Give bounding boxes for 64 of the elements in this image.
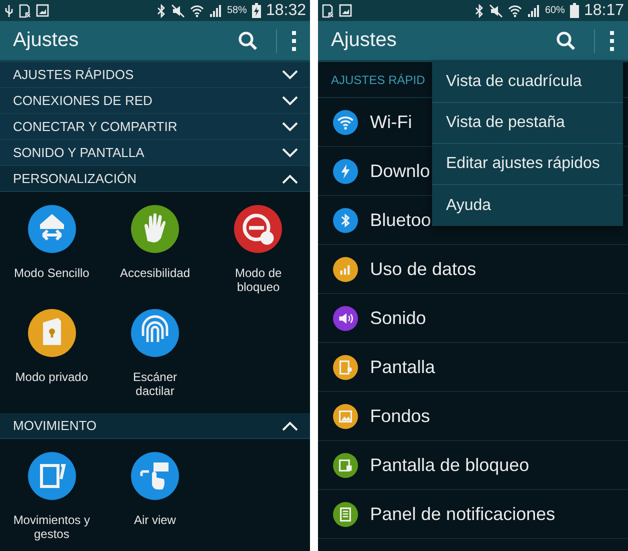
menu-icon[interactable] — [291, 30, 297, 52]
setting-item[interactable]: Wi-Fi — [370, 112, 412, 132]
setting-label[interactable]: Modo de bloqueo — [215, 266, 302, 294]
mute-icon — [488, 4, 503, 18]
menu-item[interactable]: Ayuda — [432, 185, 623, 226]
battery-percent: 60% — [544, 5, 565, 16]
section-header[interactable]: MOVIMIENTO — [0, 413, 310, 439]
house-icon[interactable] — [28, 205, 76, 253]
section-header[interactable]: SONIDO Y PANTALLA — [0, 140, 310, 166]
clock-time: 18:32 — [266, 2, 306, 20]
picture-icon — [36, 4, 49, 17]
frame-icon[interactable] — [28, 452, 76, 500]
wifi-icon — [508, 4, 522, 18]
document-icon — [322, 4, 334, 18]
setting-label[interactable]: Movimientos y gestos — [8, 513, 95, 541]
setting-item[interactable]: Pantalla de bloqueo — [370, 454, 530, 476]
setting-item[interactable]: Sonido — [370, 308, 426, 328]
section-title: MOVIMIENTO — [13, 418, 98, 433]
picture-icon — [339, 4, 352, 17]
signal-icon — [208, 4, 222, 18]
section-title: SONIDO Y PANTALLA — [13, 145, 146, 160]
wifi-icon — [190, 4, 204, 18]
lock-folder-icon[interactable] — [28, 309, 76, 357]
setting-item[interactable]: Fondos — [370, 406, 430, 426]
menu-item[interactable]: Vista de cuadrícula — [432, 62, 623, 103]
setting-item[interactable]: Downlo — [370, 160, 430, 182]
menu-icon[interactable] — [609, 30, 615, 52]
section-header[interactable]: AJUSTES RÁPIDOS — [0, 62, 310, 88]
usb-icon — [4, 4, 14, 18]
section-title: AJUSTES RÁPID — [331, 72, 426, 86]
setting-label[interactable]: Modo Sencillo — [8, 266, 95, 280]
setting-item[interactable]: Pantalla — [370, 356, 436, 378]
signal-icon — [526, 4, 540, 18]
menu-item[interactable]: Editar ajustes rápidos — [432, 144, 623, 185]
bluetooth-icon — [474, 4, 484, 18]
setting-label[interactable]: Air view — [112, 513, 198, 527]
battery-percent: 58% — [226, 5, 247, 16]
fingerprint-icon[interactable] — [130, 309, 179, 357]
section-title: CONECTAR Y COMPARTIR — [13, 119, 178, 134]
search-icon[interactable] — [556, 30, 576, 50]
bluetooth-icon — [156, 4, 166, 18]
section-title: CONEXIONES DE RED — [13, 93, 154, 108]
section-header[interactable]: PERSONALIZACIÓN — [0, 166, 310, 192]
section-title: AJUSTES RÁPIDOS — [13, 67, 135, 82]
battery-icon — [252, 3, 261, 18]
clock-time: 18:17 — [584, 2, 624, 20]
setting-item[interactable]: Bluetoo — [370, 210, 432, 230]
setting-label[interactable]: Modo privado — [8, 370, 95, 384]
setting-label[interactable]: Accesibilidad — [112, 266, 198, 280]
section-title: PERSONALIZACIÓN — [13, 171, 138, 186]
screen-title: Ajustes — [331, 29, 398, 52]
menu-item[interactable]: Vista de pestaña — [432, 103, 623, 144]
battery-icon — [570, 3, 579, 18]
mute-icon — [170, 4, 185, 18]
setting-item[interactable]: Uso de datos — [370, 258, 476, 280]
setting-item[interactable]: Panel de notificaciones — [370, 504, 556, 524]
search-icon[interactable] — [238, 30, 258, 50]
hand-pointer-icon[interactable] — [130, 452, 179, 500]
section-header[interactable]: CONEXIONES DE RED — [0, 88, 310, 114]
screen-title: Ajustes — [13, 29, 80, 52]
section-header[interactable]: CONECTAR Y COMPARTIR — [0, 114, 310, 140]
hand-icon[interactable] — [130, 205, 179, 253]
document-icon — [19, 4, 31, 18]
setting-label[interactable]: Escáner dactilar — [112, 370, 198, 398]
